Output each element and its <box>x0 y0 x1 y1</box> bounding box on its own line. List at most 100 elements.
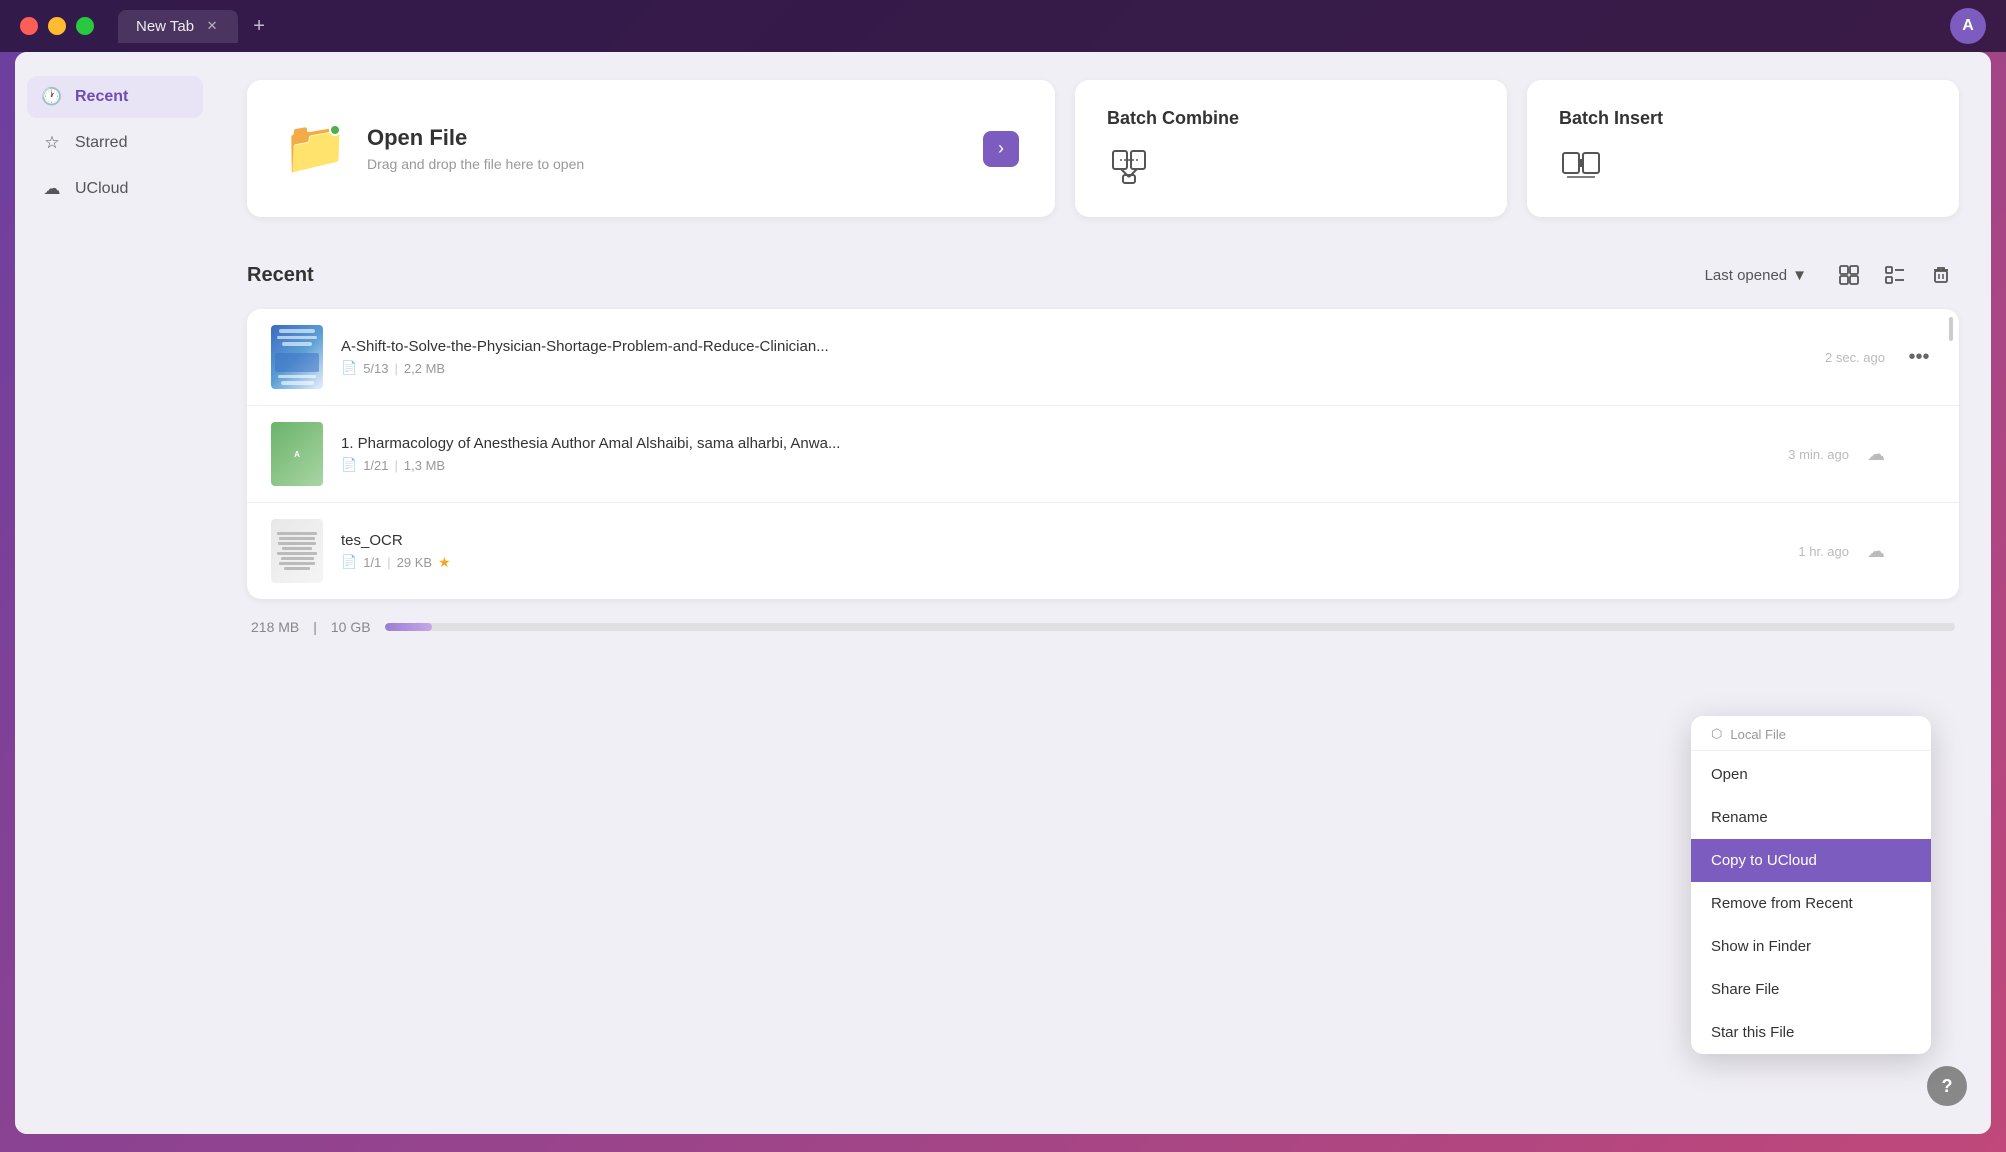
batch-insert-card[interactable]: Batch Insert <box>1527 80 1959 217</box>
file-meta: 📄 1/21 | 1,3 MB <box>341 457 1770 473</box>
page-icon: 📄 <box>341 554 357 570</box>
batch-insert-title: Batch Insert <box>1559 108 1663 129</box>
list-view-button[interactable] <box>1877 257 1913 293</box>
recent-title: Recent <box>247 264 314 287</box>
file-size: 29 KB <box>397 555 432 570</box>
storage-bar-fill <box>385 623 432 631</box>
local-file-label-text: Local File <box>1730 727 1786 742</box>
batch-combine-title: Batch Combine <box>1107 108 1239 129</box>
context-menu-copy-ucloud[interactable]: Copy to UCloud <box>1691 839 1931 882</box>
file-more-button[interactable]: ••• <box>1903 341 1935 373</box>
file-time: 2 sec. ago <box>1825 350 1885 365</box>
share-file-label: Share File <box>1711 981 1779 998</box>
cloud-upload-icon: ☁ <box>1867 541 1885 562</box>
tab-bar: New Tab ✕ + <box>118 10 274 43</box>
help-button[interactable]: ? <box>1927 1066 1967 1106</box>
tab-new[interactable]: New Tab ✕ <box>118 10 238 43</box>
folder-icon-wrap: 📁 <box>283 122 343 176</box>
sidebar-label-ucloud: UCloud <box>75 180 128 198</box>
storage-sep: | <box>313 619 317 635</box>
star-file-label: Star this File <box>1711 1024 1794 1041</box>
file-pages: 5/13 <box>363 361 388 376</box>
sidebar-item-recent[interactable]: 🕐 Recent <box>27 76 203 118</box>
sort-chevron-icon: ▼ <box>1792 267 1807 284</box>
top-cards: 📁 Open File Drag and drop the file here … <box>247 80 1959 217</box>
context-menu-remove-recent[interactable]: Remove from Recent <box>1691 882 1931 925</box>
storage-bar: 218 MB | 10 GB <box>247 619 1959 635</box>
sort-label: Last opened <box>1705 267 1788 284</box>
traffic-lights <box>20 17 94 35</box>
page-icon: 📄 <box>341 360 357 376</box>
open-file-card[interactable]: 📁 Open File Drag and drop the file here … <box>247 80 1055 217</box>
context-menu-rename[interactable]: Rename <box>1691 796 1931 839</box>
file-size: 2,2 MB <box>404 361 445 376</box>
file-meta: 📄 1/1 | 29 KB ★ <box>341 554 1780 571</box>
star-icon: ☆ <box>41 132 63 154</box>
storage-used: 218 MB <box>251 619 299 635</box>
new-tab-button[interactable]: + <box>244 11 274 41</box>
open-label: Open <box>1711 766 1748 783</box>
tab-close-icon[interactable]: ✕ <box>204 18 220 34</box>
cloud-upload-icon: ☁ <box>1867 444 1885 465</box>
local-file-icon: ⬡ <box>1711 726 1722 742</box>
copy-ucloud-label: Copy to UCloud <box>1711 852 1817 869</box>
open-file-title: Open File <box>367 125 584 151</box>
open-file-subtitle: Drag and drop the file here to open <box>367 156 584 172</box>
file-thumbnail <box>271 519 323 583</box>
batch-insert-icon <box>1559 145 1603 189</box>
file-info: 1. Pharmacology of Anesthesia Author Ama… <box>341 435 1770 473</box>
file-pages: 1/21 <box>363 458 388 473</box>
file-thumbnail <box>271 325 323 389</box>
delete-recent-button[interactable] <box>1923 257 1959 293</box>
file-meta: 📄 5/13 | 2,2 MB <box>341 360 1807 376</box>
file-pages: 1/1 <box>363 555 381 570</box>
file-info: tes_OCR 📄 1/1 | 29 KB ★ <box>341 532 1780 571</box>
file-time: 1 hr. ago <box>1798 544 1849 559</box>
sidebar: 🕐 Recent ☆ Starred ☁ UCloud <box>15 52 215 1134</box>
sidebar-label-starred: Starred <box>75 134 127 152</box>
folder-dot <box>329 124 341 136</box>
context-divider <box>1691 750 1931 751</box>
file-name: A-Shift-to-Solve-the-Physician-Shortage-… <box>341 338 1807 355</box>
open-file-arrow-button[interactable]: › <box>983 131 1019 167</box>
context-menu: ⬡ Local File Open Rename Copy to UCloud … <box>1691 716 1931 1054</box>
avatar[interactable]: A <box>1950 8 1986 44</box>
cloud-icon: ☁ <box>41 178 63 200</box>
context-menu-star-file[interactable]: Star this File <box>1691 1011 1931 1054</box>
file-info: A-Shift-to-Solve-the-Physician-Shortage-… <box>341 338 1807 376</box>
sidebar-item-starred[interactable]: ☆ Starred <box>27 122 203 164</box>
table-row: tes_OCR 📄 1/1 | 29 KB ★ 1 hr. ago ☁ ••• <box>247 503 1959 599</box>
table-row: A 1. Pharmacology of Anesthesia Author A… <box>247 406 1959 503</box>
context-menu-open[interactable]: Open <box>1691 753 1931 796</box>
file-name: tes_OCR <box>341 532 1780 549</box>
batch-combine-card[interactable]: Batch Combine <box>1075 80 1507 217</box>
clock-icon: 🕐 <box>41 86 63 108</box>
page-icon: 📄 <box>341 457 357 473</box>
sidebar-item-ucloud[interactable]: ☁ UCloud <box>27 168 203 210</box>
storage-total: 10 GB <box>331 619 371 635</box>
close-button[interactable] <box>20 17 38 35</box>
table-row: A-Shift-to-Solve-the-Physician-Shortage-… <box>247 309 1959 406</box>
titlebar: New Tab ✕ + A <box>0 0 2006 52</box>
sort-dropdown[interactable]: Last opened ▼ <box>1705 267 1807 284</box>
context-menu-share-file[interactable]: Share File <box>1691 968 1931 1011</box>
open-file-text: Open File Drag and drop the file here to… <box>367 125 584 172</box>
file-time: 3 min. ago <box>1788 447 1849 462</box>
file-thumbnail: A <box>271 422 323 486</box>
context-menu-header: ⬡ Local File <box>1691 716 1931 748</box>
tab-label: New Tab <box>136 18 194 35</box>
storage-bar-track <box>385 623 1955 631</box>
view-icons <box>1831 257 1959 293</box>
sidebar-label-recent: Recent <box>75 88 128 106</box>
app-window: 🕐 Recent ☆ Starred ☁ UCloud 📁 Open File <box>15 52 1991 1134</box>
show-finder-label: Show in Finder <box>1711 938 1811 955</box>
main-content: 📁 Open File Drag and drop the file here … <box>215 52 1991 1134</box>
context-menu-show-finder[interactable]: Show in Finder <box>1691 925 1931 968</box>
grid-view-button[interactable] <box>1831 257 1867 293</box>
batch-combine-icon <box>1107 145 1151 189</box>
maximize-button[interactable] <box>76 17 94 35</box>
remove-recent-label: Remove from Recent <box>1711 895 1853 912</box>
minimize-button[interactable] <box>48 17 66 35</box>
rename-label: Rename <box>1711 809 1768 826</box>
file-size: 1,3 MB <box>404 458 445 473</box>
